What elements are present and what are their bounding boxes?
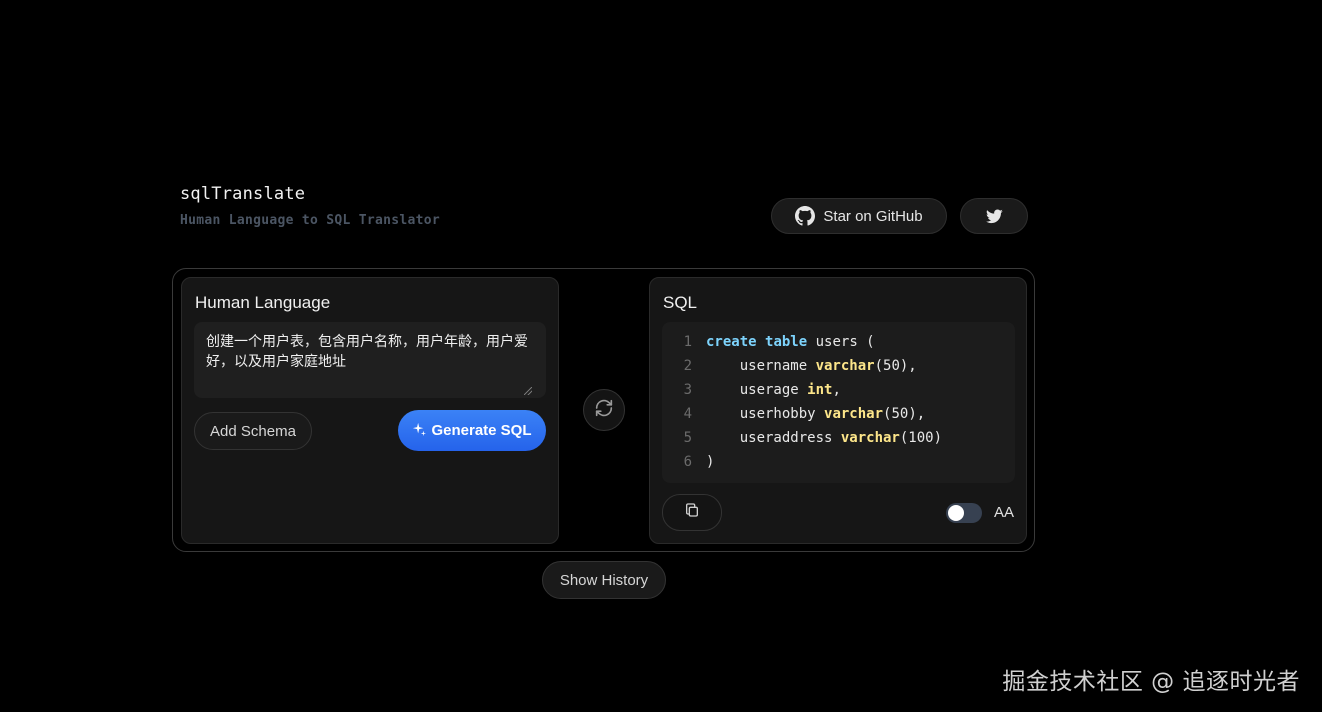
add-schema-button[interactable]: Add Schema [194, 412, 312, 450]
line-number: 3 [683, 382, 692, 398]
line-number: 5 [683, 430, 692, 446]
code-text: userhobby varchar(50), [706, 406, 926, 422]
textarea-resize-handle[interactable] [524, 387, 532, 395]
code-text: ) [706, 454, 715, 470]
header-actions: Star on GitHub [771, 198, 1028, 234]
swap-arrows-icon [593, 397, 615, 424]
human-language-panel: Human Language Add Schema Generate SQL [181, 277, 559, 544]
line-number: 2 [683, 358, 692, 374]
copy-button[interactable] [662, 494, 722, 531]
code-line: 6) [662, 450, 1015, 474]
line-number: 1 [683, 334, 692, 350]
code-text: create table users ( [706, 334, 875, 350]
code-line: 2 username varchar(50), [662, 354, 1015, 378]
toggle-knob [948, 505, 964, 521]
prompt-input[interactable] [194, 322, 546, 398]
code-line: 4 userhobby varchar(50), [662, 402, 1015, 426]
code-text: username varchar(50), [706, 358, 917, 374]
star-on-github-button[interactable]: Star on GitHub [771, 198, 947, 234]
generate-sql-label: Generate SQL [431, 422, 532, 439]
github-icon [795, 206, 816, 226]
generate-sql-button[interactable]: Generate SQL [398, 410, 546, 451]
copy-icon [684, 502, 700, 523]
line-number: 6 [683, 454, 692, 470]
code-line: 1 create table users ( [662, 330, 1015, 354]
twitter-button[interactable] [960, 198, 1028, 234]
swap-button[interactable] [583, 389, 625, 431]
code-line: 5 useraddress varchar(100) [662, 426, 1015, 450]
human-language-title: Human Language [195, 293, 331, 312]
github-button-label: Star on GitHub [823, 207, 923, 225]
show-history-button[interactable]: Show History [542, 561, 666, 599]
twitter-icon [985, 208, 1003, 224]
app-subtitle: Human Language to SQL Translator [180, 213, 441, 228]
watermark: 掘金技术社区 @ 追逐时光者 [1002, 669, 1300, 695]
uppercase-toggle[interactable] [946, 503, 982, 523]
uppercase-toggle-label: AA [994, 504, 1015, 521]
app-root: sqlTranslate Human Language to SQL Trans… [0, 0, 1322, 712]
sql-title: SQL [663, 293, 698, 312]
sql-panel: SQL 1 create table users ( 2 username varc… [649, 277, 1027, 544]
sparkle-icon [412, 422, 427, 440]
line-number: 4 [683, 406, 692, 422]
app-title: sqlTranslate [180, 184, 306, 204]
code-text: useraddress varchar(100) [706, 430, 943, 446]
code-text: userage int, [706, 382, 841, 398]
code-line: 3 userage int, [662, 378, 1015, 402]
sql-code-editor[interactable]: 1 create table users ( 2 username varchar(… [662, 322, 1015, 483]
